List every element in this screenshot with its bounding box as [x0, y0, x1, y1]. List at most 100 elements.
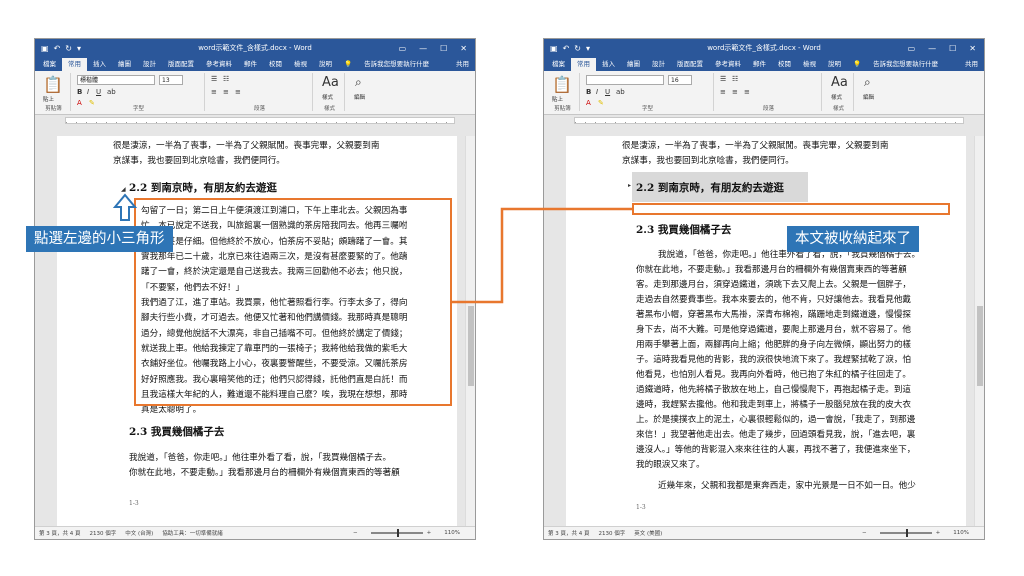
tab-draw[interactable]: 繪圖 [621, 58, 646, 71]
tab-mailings[interactable]: 郵件 [238, 58, 263, 71]
horizontal-ruler[interactable] [574, 117, 964, 124]
scroll-thumb[interactable] [468, 306, 474, 386]
zoom-slider[interactable] [879, 529, 932, 537]
font-size-box[interactable]: 13 [159, 75, 183, 85]
word-window-right: ▣ ↶ ↻ ▾ word示範文件_含樣式.docx - Word ▭ — ☐ ✕… [543, 38, 985, 540]
accessibility-status[interactable]: 協助工具：一切準備就緒 [162, 529, 223, 537]
tell-me-box[interactable]: 告訴我您想要執行什麼 [867, 58, 944, 71]
ribbon: 📋 貼上 剪貼簿 標楷體 13 B I U ab A ✎ 字型 ☰ ☷ ≡ ≡ … [35, 71, 475, 115]
align-center-icon[interactable]: ≡ [732, 88, 738, 96]
minimize-icon[interactable]: — [928, 44, 936, 53]
share-button[interactable]: 共用 [959, 58, 984, 71]
document-area: 很是淒涼，一半為了喪事，一半為了父親賦閒。喪事完畢，父親要到南 京謀事，我也要回… [544, 136, 984, 526]
close-icon[interactable]: ✕ [969, 44, 976, 53]
tab-help[interactable]: 說明 [313, 58, 338, 71]
zoom-out-icon[interactable]: − [353, 530, 358, 536]
text-line: 子。這時我看見他的背影，我的淚很快地流下來了。我趕緊拭乾了淚，怕 [636, 355, 912, 365]
bullets-icon[interactable]: ☰ [720, 75, 726, 83]
styles-icon[interactable]: Aa [831, 75, 848, 90]
vertical-scrollbar[interactable] [465, 136, 475, 526]
bullets-icon[interactable]: ☰ [211, 75, 217, 83]
bold-icon[interactable]: B [77, 88, 82, 96]
align-right-icon[interactable]: ≡ [744, 88, 750, 96]
tab-home[interactable]: 常用 [571, 58, 596, 71]
highlight-box-left [134, 198, 452, 406]
tab-insert[interactable]: 插入 [596, 58, 621, 71]
numbering-icon[interactable]: ☷ [223, 75, 229, 83]
tab-draw[interactable]: 繪圖 [112, 58, 137, 71]
styles-icon[interactable]: Aa [322, 75, 339, 90]
tell-me-box[interactable]: 告訴我您想要執行什麼 [358, 58, 435, 71]
ribbon-display-icon[interactable]: ▭ [399, 44, 407, 53]
tab-design[interactable]: 設計 [646, 58, 671, 71]
maximize-icon[interactable]: ☐ [949, 44, 956, 53]
align-left-icon[interactable]: ≡ [211, 88, 217, 96]
tab-review[interactable]: 校閱 [263, 58, 288, 71]
language[interactable]: 英文 (美國) [634, 529, 662, 537]
underline-icon[interactable]: U [96, 88, 101, 96]
paste-icon[interactable]: 📋 [43, 75, 63, 94]
language[interactable]: 中文 (台灣) [125, 529, 153, 537]
word-count[interactable]: 2130 個字 [599, 529, 626, 537]
paragraph-group-label: 段落 [253, 106, 265, 112]
italic-icon[interactable]: I [596, 88, 598, 96]
underline-icon[interactable]: U [605, 88, 610, 96]
italic-icon[interactable]: I [87, 88, 89, 96]
text-line: 來信！」我望著他走出去。他走了幾步，回過頭看見我，說，「進去吧，裏 [636, 430, 916, 440]
zoom-level[interactable]: 110% [953, 530, 969, 536]
find-icon[interactable]: ⌕ [864, 75, 871, 90]
bold-icon[interactable]: B [586, 88, 591, 96]
status-bar: 第 3 頁，共 4 頁 2130 個字 英文 (美國) − + 110% [544, 526, 984, 539]
tab-view[interactable]: 檢視 [797, 58, 822, 71]
strikethrough-icon[interactable]: ab [616, 88, 625, 96]
tab-layout[interactable]: 版面配置 [162, 58, 200, 71]
tab-references[interactable]: 參考資料 [709, 58, 747, 71]
tab-file[interactable]: 檔案 [37, 58, 62, 71]
styles-group: Aa 樣式 樣式 [315, 73, 345, 112]
align-right-icon[interactable]: ≡ [235, 88, 241, 96]
numbering-icon[interactable]: ☷ [732, 75, 738, 83]
tab-insert[interactable]: 插入 [87, 58, 112, 71]
zoom-level[interactable]: 110% [444, 530, 460, 536]
find-icon[interactable]: ⌕ [355, 75, 362, 90]
zoom-in-icon[interactable]: + [936, 530, 941, 536]
align-left-icon[interactable]: ≡ [720, 88, 726, 96]
tab-help[interactable]: 說明 [822, 58, 847, 71]
strikethrough-icon[interactable]: ab [107, 88, 116, 96]
minimize-icon[interactable]: — [419, 44, 427, 53]
document-page[interactable]: 很是淒涼，一半為了喪事，一半為了父親賦閒。喪事完畢，父親要到南 京謀事，我也要回… [566, 136, 966, 526]
tab-layout[interactable]: 版面配置 [671, 58, 709, 71]
zoom-out-icon[interactable]: − [862, 530, 867, 536]
align-center-icon[interactable]: ≡ [223, 88, 229, 96]
page-count[interactable]: 第 3 頁，共 4 頁 [548, 529, 590, 537]
scroll-thumb[interactable] [977, 306, 983, 386]
tab-view[interactable]: 檢視 [288, 58, 313, 71]
vertical-scrollbar[interactable] [974, 136, 984, 526]
tab-home[interactable]: 常用 [62, 58, 87, 71]
heading-2-3: 2.3 我買幾個橘子去 [636, 224, 732, 236]
styles-label: 樣式 [322, 95, 334, 101]
tab-file[interactable]: 檔案 [546, 58, 571, 71]
share-button[interactable]: 共用 [450, 58, 475, 71]
tab-review[interactable]: 校閱 [772, 58, 797, 71]
text-line: 你就在此地，不要走動。」我看那邊月台的柵欄外有幾個賣東西的等著顧 [636, 265, 907, 275]
text-line: 走過去自然要費事些。我本來要去的，他不肯，只好讓他去。我看見他戴 [636, 295, 912, 305]
tab-references[interactable]: 參考資料 [200, 58, 238, 71]
maximize-icon[interactable]: ☐ [440, 44, 447, 53]
ribbon-display-icon[interactable]: ▭ [908, 44, 916, 53]
tab-mailings[interactable]: 郵件 [747, 58, 772, 71]
word-count[interactable]: 2130 個字 [90, 529, 117, 537]
font-name-box[interactable]: 標楷體 [77, 75, 155, 85]
ruler-bar [544, 115, 984, 125]
tab-design[interactable]: 設計 [137, 58, 162, 71]
zoom-in-icon[interactable]: + [427, 530, 432, 536]
paste-icon[interactable]: 📋 [552, 75, 572, 94]
font-size-box[interactable]: 16 [668, 75, 692, 85]
collapse-triangle-icon[interactable]: ◢ [121, 186, 126, 193]
page-count[interactable]: 第 3 頁，共 4 頁 [39, 529, 81, 537]
close-icon[interactable]: ✕ [460, 44, 467, 53]
font-name-box[interactable] [586, 75, 664, 85]
zoom-slider[interactable] [370, 529, 423, 537]
expand-triangle-icon[interactable]: ▸ [628, 182, 631, 189]
horizontal-ruler[interactable] [65, 117, 455, 124]
